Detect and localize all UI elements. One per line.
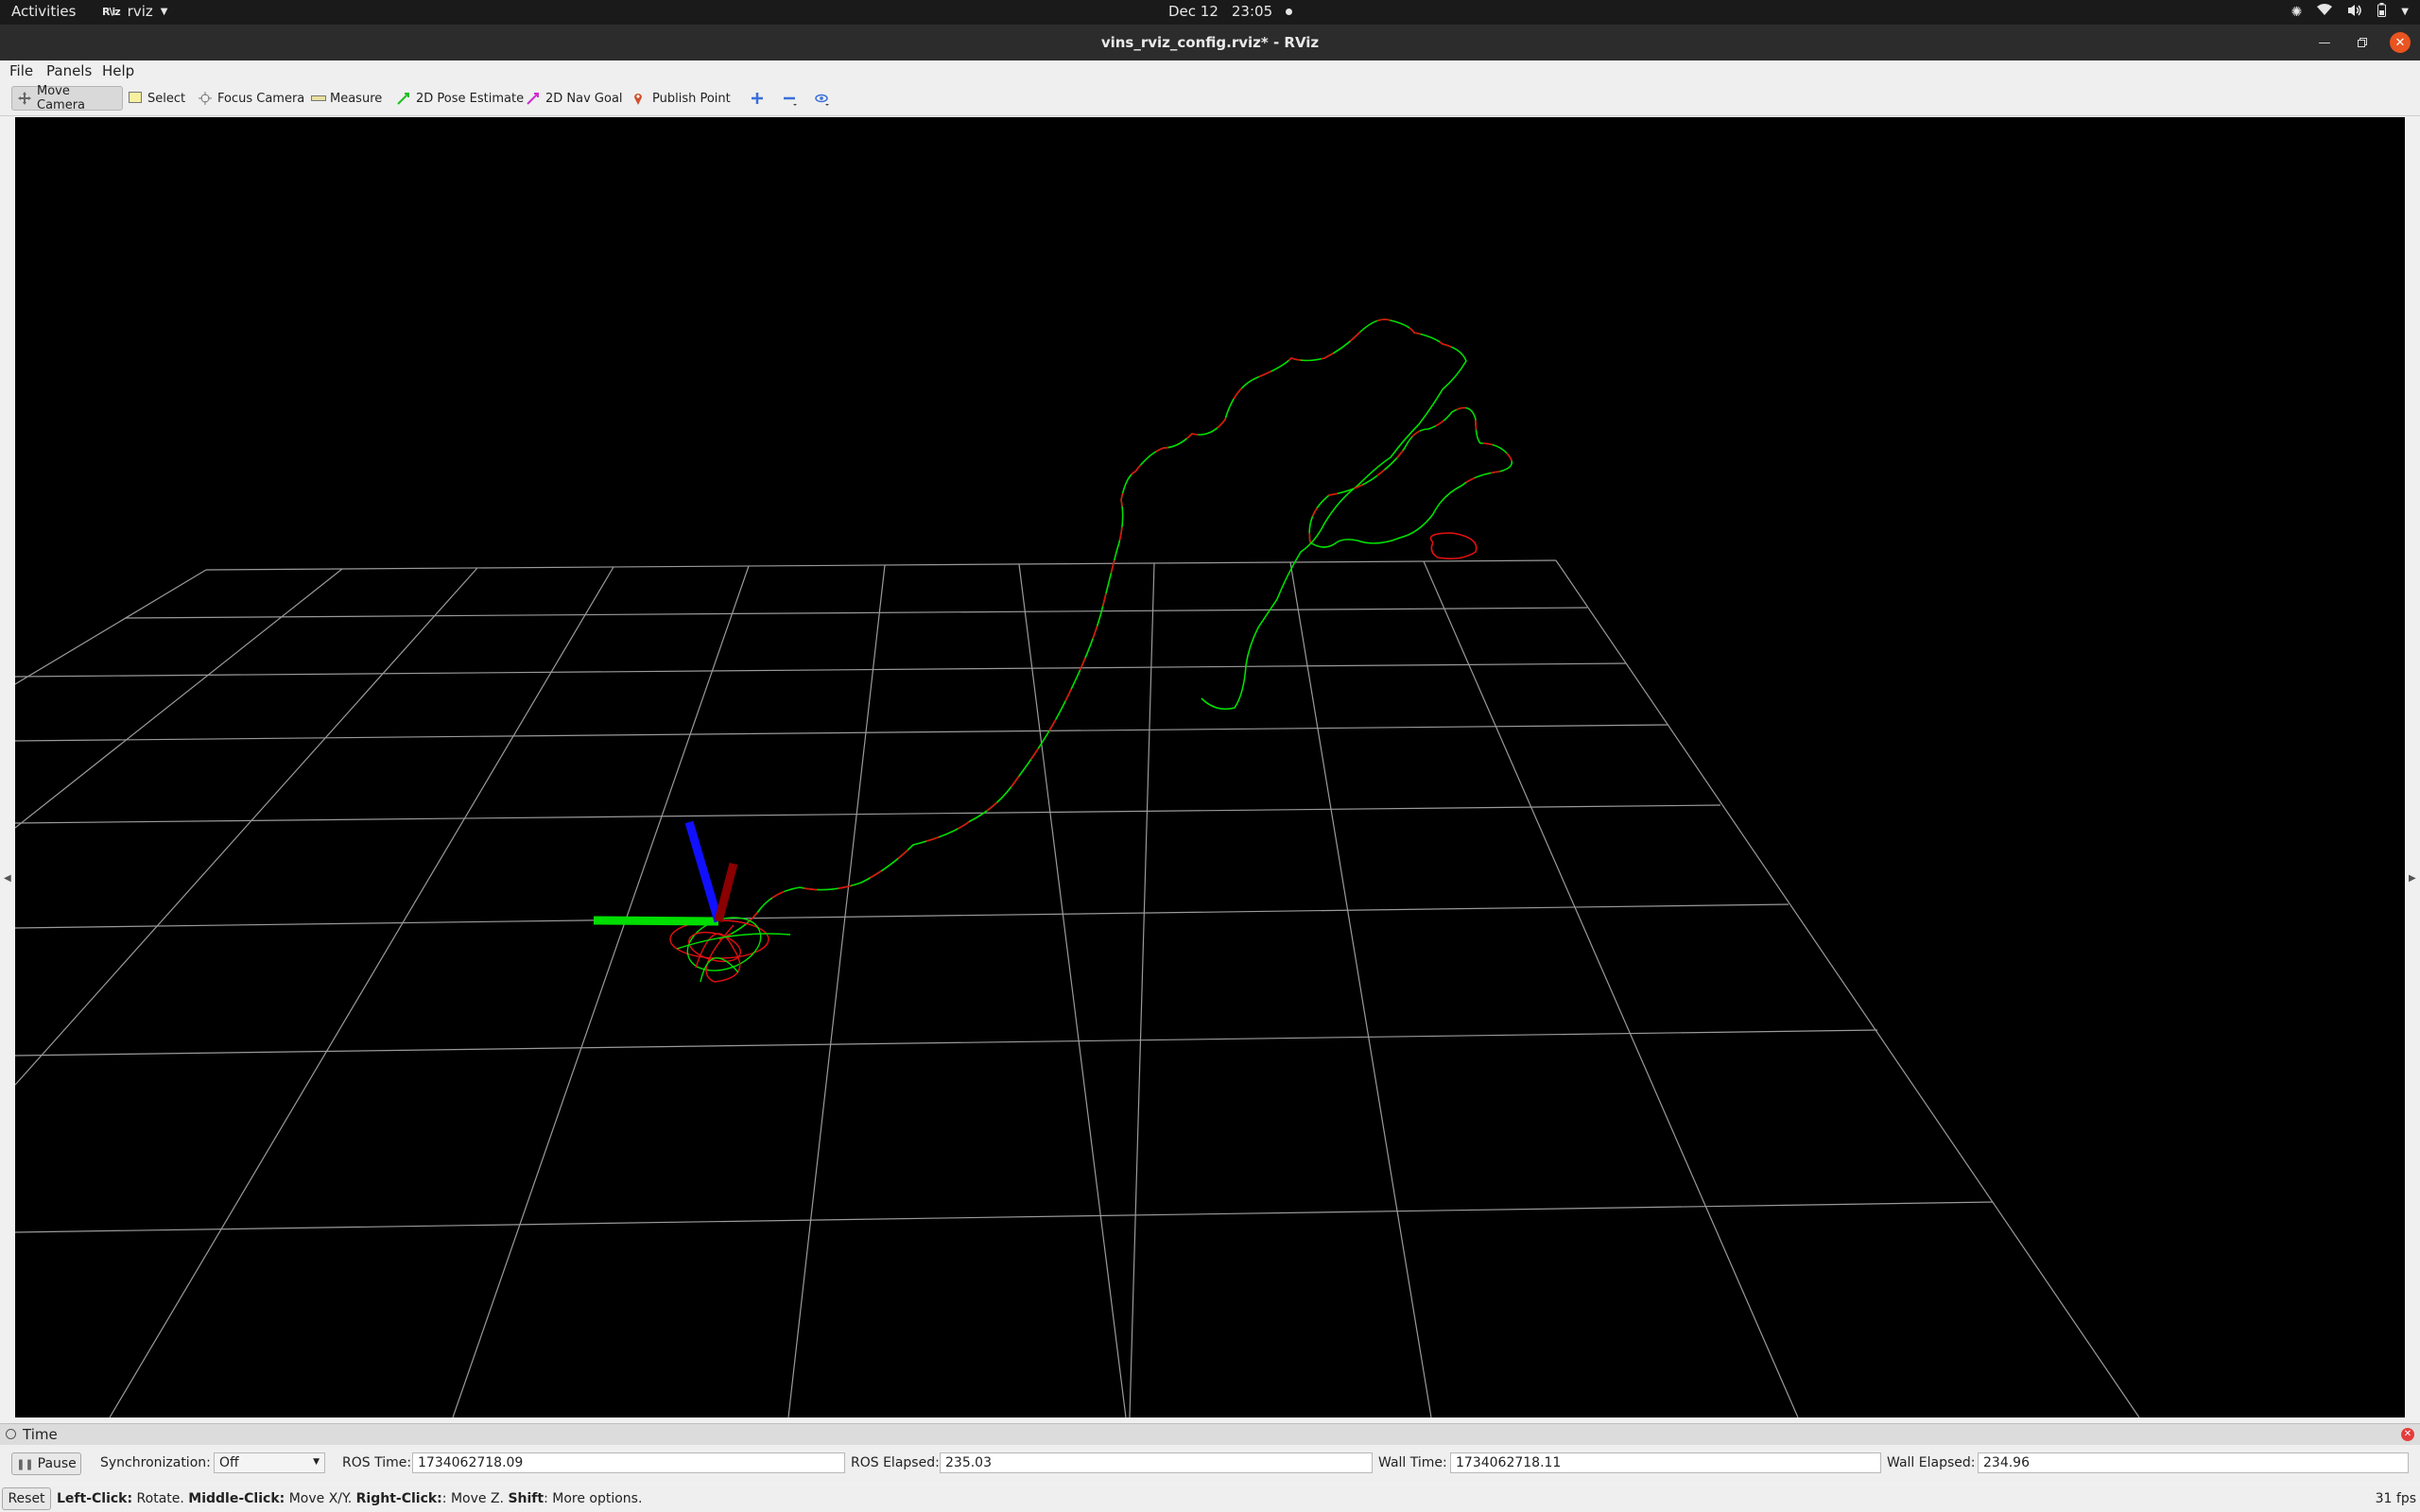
trajectory-path — [718, 318, 1513, 940]
z-axis-arrow — [684, 820, 723, 923]
ros-time-label: ROS Time: — [342, 1455, 412, 1470]
focus-camera-icon — [199, 92, 212, 105]
time-label: 23:05 — [1231, 3, 1273, 20]
x-axis-arrow — [714, 862, 738, 923]
tool-measure[interactable]: Measure — [305, 86, 388, 111]
volume-icon[interactable] — [2347, 4, 2362, 21]
hint-shift: Shift — [508, 1491, 544, 1506]
view-options-button[interactable] — [809, 86, 834, 111]
app-menu[interactable]: R\iz rviz ▼ — [102, 3, 167, 20]
chevron-down-icon: ▼ — [313, 1457, 320, 1467]
rviz-logo-icon: R\iz — [102, 5, 121, 18]
minimize-icon[interactable]: — — [2314, 32, 2335, 53]
sync-value: Off — [219, 1455, 239, 1470]
system-top-bar: Activities R\iz rviz ▼ Dec 12 23:05 ✺ ▼ — [0, 0, 2420, 25]
wifi-icon[interactable] — [2317, 4, 2333, 20]
mouse-hint-text: Left-Click: Rotate. Middle-Click: Move X… — [57, 1491, 642, 1506]
axes-marker — [593, 820, 738, 926]
pause-button[interactable]: ❚❚ Pause — [11, 1452, 81, 1475]
wall-time-label: Wall Time: — [1378, 1455, 1447, 1470]
publish-point-icon — [633, 92, 647, 105]
tool-label: 2D Nav Goal — [545, 91, 623, 106]
hint-middle-click: Middle-Click: — [188, 1491, 285, 1506]
y-axis-arrow — [593, 916, 719, 926]
synchronization-select[interactable]: Off ▼ — [214, 1452, 325, 1473]
ros-elapsed-field[interactable]: 235.03 — [940, 1452, 1373, 1473]
remove-tool-icon — [783, 92, 797, 106]
time-panel-title: Time — [23, 1426, 58, 1443]
hint-left-click: Left-Click: — [57, 1491, 133, 1506]
sync-label: Synchronization: — [100, 1455, 211, 1470]
tool-label: 2D Pose Estimate — [416, 91, 525, 106]
collapse-left-panel-icon[interactable]: ◀ — [4, 873, 11, 888]
clock-icon — [6, 1429, 16, 1439]
move-camera-icon — [18, 92, 31, 105]
menu-help[interactable]: Help — [102, 62, 134, 79]
close-panel-icon[interactable]: ✕ — [2401, 1428, 2414, 1441]
window-title-bar[interactable]: vins_rviz_config.rviz* - RViz — ✕ — [0, 25, 2420, 60]
date-label: Dec 12 — [1168, 3, 1219, 20]
remove-tool-button[interactable] — [777, 86, 802, 111]
time-panel-header: Time ✕ — [0, 1423, 2420, 1445]
menu-file[interactable]: File — [9, 62, 33, 79]
ros-time-field[interactable]: 1734062718.09 — [412, 1452, 845, 1473]
app-menu-label: rviz — [127, 3, 153, 20]
tool-bar: Move Camera Select Focus Camera Measure … — [0, 81, 2420, 116]
time-panel: ❚❚ Pause Synchronization: Off ▼ ROS Time… — [0, 1446, 2420, 1482]
tool-2d-pose-estimate[interactable]: 2D Pose Estimate — [391, 86, 529, 111]
chevron-down-icon: ▼ — [160, 6, 168, 17]
window-title: vins_rviz_config.rviz* - RViz — [1100, 34, 1320, 51]
measure-icon — [311, 92, 326, 105]
tool-publish-point[interactable]: Publish Point — [628, 86, 736, 111]
wall-elapsed-label: Wall Elapsed: — [1887, 1455, 1976, 1470]
hint-left-action: Rotate. — [132, 1491, 189, 1506]
tool-label: Focus Camera — [217, 91, 305, 106]
add-tool-icon — [751, 92, 764, 105]
view-eye-icon — [815, 92, 829, 106]
power-menu-icon[interactable]: ▼ — [2401, 7, 2409, 17]
system-tray[interactable]: ✺ ▼ — [2291, 3, 2409, 21]
hint-shift-action: : More options. — [544, 1491, 643, 1506]
status-bar: Reset Left-Click: Rotate. Middle-Click: … — [0, 1486, 2420, 1512]
date-time-clock[interactable]: Dec 12 23:05 — [1168, 3, 1293, 20]
3d-render-viewport[interactable]: ◀ ▶ — [4, 117, 2416, 1418]
battery-icon[interactable] — [2377, 3, 2387, 21]
pause-icon: ❚❚ — [16, 1457, 34, 1470]
pause-label: Pause — [37, 1456, 77, 1471]
tool-select[interactable]: Select — [123, 86, 191, 111]
accessibility-icon[interactable]: ✺ — [2291, 5, 2303, 20]
tool-label: Select — [147, 91, 186, 106]
add-tool-button[interactable] — [745, 86, 769, 111]
close-icon[interactable]: ✕ — [2390, 32, 2411, 53]
select-icon — [129, 92, 142, 105]
notification-dot-icon — [1286, 8, 1293, 15]
activities-button[interactable]: Activities — [11, 3, 76, 20]
collapse-right-panel-icon[interactable]: ▶ — [2409, 873, 2416, 888]
tool-label: Move Camera — [37, 84, 86, 112]
wall-time-field[interactable]: 1734062718.11 — [1450, 1452, 1881, 1473]
menu-bar: File Panels Help — [0, 60, 2420, 79]
scene-canvas — [15, 318, 2140, 1418]
tool-2d-nav-goal[interactable]: 2D Nav Goal — [521, 86, 629, 111]
tool-move-camera[interactable]: Move Camera — [11, 84, 123, 112]
hint-middle-action: Move X/Y. — [285, 1491, 356, 1506]
nav-goal-icon — [527, 92, 540, 105]
tool-focus-camera[interactable]: Focus Camera — [193, 86, 310, 111]
menu-panels[interactable]: Panels — [46, 62, 92, 79]
tool-label: Publish Point — [652, 91, 731, 106]
hint-right-click: Right-Click: — [355, 1491, 442, 1506]
ros-elapsed-label: ROS Elapsed: — [851, 1455, 940, 1470]
tool-label: Measure — [330, 91, 383, 106]
reset-button[interactable]: Reset — [2, 1487, 51, 1510]
fps-counter: 31 fps — [2375, 1491, 2416, 1506]
hint-right-action: : Move Z. — [441, 1491, 509, 1506]
pose-estimate-icon — [397, 92, 410, 105]
ground-grid — [15, 559, 2140, 1418]
wall-elapsed-field[interactable]: 234.96 — [1978, 1452, 2409, 1473]
restore-icon[interactable] — [2352, 32, 2373, 53]
